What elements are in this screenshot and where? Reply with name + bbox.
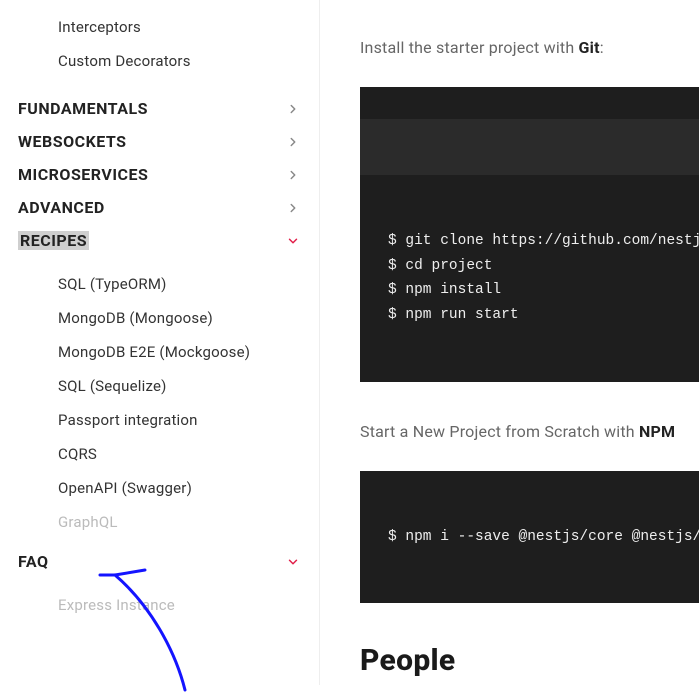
sidebar-item-cqrs[interactable]: CQRS — [58, 437, 301, 471]
sidebar-item-interceptors[interactable]: Interceptors — [58, 10, 301, 44]
sidebar-cat-label: WEBSOCKETS — [18, 132, 127, 151]
sidebar-cat-label: FAQ — [18, 552, 48, 571]
sidebar-cat-faq[interactable]: FAQ — [18, 545, 301, 578]
sidebar-cat-label: ADVANCED — [18, 198, 105, 217]
code-header — [360, 119, 699, 175]
sidebar-cat-fundamentals[interactable]: FUNDAMENTALS — [18, 92, 301, 125]
sidebar-cat-websockets[interactable]: WEBSOCKETS — [18, 125, 301, 158]
people-heading: People — [360, 643, 699, 678]
sidebar-item-mongodb-e2e-mockgoose[interactable]: MongoDB E2E (Mockgoose) — [58, 335, 301, 369]
chevron-down-icon — [285, 233, 301, 249]
chevron-right-icon — [285, 134, 301, 150]
install-intro: Install the starter project with Git: — [360, 38, 699, 57]
code-block-npm: $ npm i --save @nestjs/core @nestjs/c — [360, 471, 699, 604]
sidebar-item-custom-decorators[interactable]: Custom Decorators — [58, 44, 301, 78]
install-text-bold: Git — [579, 38, 600, 57]
start-text-bold: NPM — [639, 422, 675, 441]
sidebar: Interceptors Custom Decorators FUNDAMENT… — [0, 0, 320, 685]
sidebar-cat-label: MICROSERVICES — [18, 165, 148, 184]
sidebar-item-express-instance[interactable]: Express Instance — [58, 588, 301, 622]
sidebar-item-passport-integration[interactable]: Passport integration — [58, 403, 301, 437]
sidebar-item-sql-typeorm[interactable]: SQL (TypeORM) — [58, 267, 301, 301]
start-text-prefix: Start a New Project from Scratch with — [360, 422, 639, 441]
chevron-right-icon — [285, 101, 301, 117]
sidebar-cat-advanced[interactable]: ADVANCED — [18, 191, 301, 224]
sidebar-item-openapi-swagger[interactable]: OpenAPI (Swagger) — [58, 471, 301, 505]
sidebar-cat-recipes[interactable]: RECIPES — [18, 224, 301, 257]
code-body: $ npm i --save @nestjs/core @nestjs/c — [360, 503, 699, 572]
sidebar-cat-microservices[interactable]: MICROSERVICES — [18, 158, 301, 191]
sidebar-cat-label: FUNDAMENTALS — [18, 99, 148, 118]
start-intro: Start a New Project from Scratch with NP… — [360, 422, 699, 441]
chevron-down-icon — [285, 554, 301, 570]
sidebar-cat-label: RECIPES — [18, 231, 89, 250]
chevron-right-icon — [285, 167, 301, 183]
code-body: $ git clone https://github.com/nestjs $ … — [360, 207, 699, 350]
sidebar-item-graphql[interactable]: GraphQL — [58, 505, 301, 539]
sidebar-item-mongodb-mongoose[interactable]: MongoDB (Mongoose) — [58, 301, 301, 335]
install-text-suffix: : — [600, 38, 604, 57]
chevron-right-icon — [285, 200, 301, 216]
install-text-prefix: Install the starter project with — [360, 38, 579, 57]
code-block-install: $ git clone https://github.com/nestjs $ … — [360, 87, 699, 382]
main-content: Install the starter project with Git: $ … — [320, 0, 699, 685]
sidebar-item-sql-sequelize[interactable]: SQL (Sequelize) — [58, 369, 301, 403]
